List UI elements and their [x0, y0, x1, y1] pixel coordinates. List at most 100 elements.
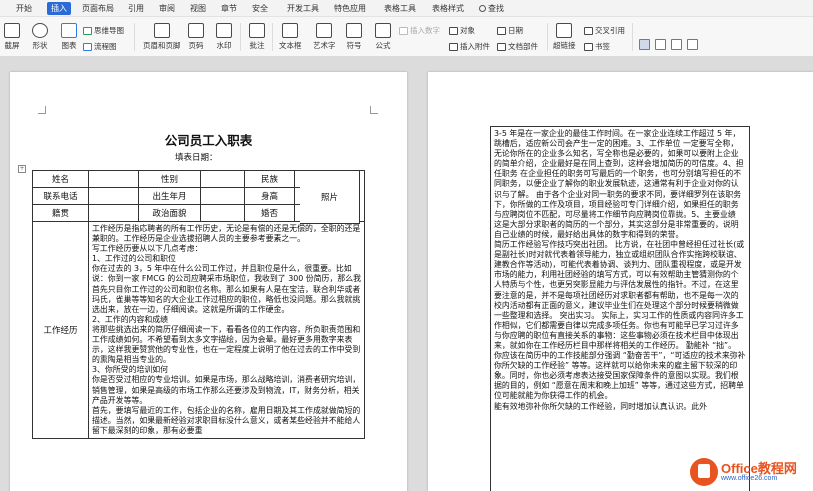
tab-insert[interactable]: 插入 — [47, 2, 71, 15]
textbox-label: 文本框 — [279, 41, 302, 50]
bookmark-icon — [584, 42, 593, 51]
object-button[interactable]: 对象 — [449, 25, 475, 36]
photo-cell-label[interactable]: 照片 — [300, 170, 360, 224]
tab-view[interactable]: 视图 — [186, 2, 210, 15]
tab-page-layout[interactable]: 页面布局 — [78, 2, 118, 15]
table-move-handle-icon[interactable]: + — [18, 165, 26, 173]
wordart-label: 艺术字 — [313, 41, 336, 50]
doc-parts-button[interactable]: 文档部件 — [497, 41, 538, 52]
photo-cell[interactable] — [359, 170, 365, 222]
tab-developer[interactable]: 开发工具 — [283, 2, 323, 15]
tab-review[interactable]: 审阅 — [155, 2, 179, 15]
page-number-label: 页码 — [188, 41, 204, 50]
paragraph: 写工作经历要从以下几点考虑： — [92, 244, 203, 254]
wordart-icon — [316, 23, 333, 38]
bookmark-label: 书签 — [595, 42, 610, 51]
tab-home[interactable]: 开始 — [12, 2, 36, 15]
formula-button[interactable]: 公式 — [375, 23, 391, 51]
mindmap-icon — [83, 26, 92, 35]
table-cell-input[interactable] — [200, 170, 245, 188]
doc-parts-label: 文档部件 — [508, 42, 538, 51]
work-experience-label: 工作经历 — [32, 221, 89, 439]
shape-button[interactable]: 形状 — [32, 23, 48, 51]
document-page-1[interactable]: 公司员工入职表 填表日期： + 姓名 性别 民族 联系电话 出生年月 身高 籍贯… — [10, 72, 407, 491]
shape-icon — [32, 23, 48, 38]
tab-references[interactable]: 引用 — [124, 2, 148, 15]
ribbon-divider — [547, 23, 548, 51]
paragraph: 能有效地弥补你所欠缺的工作经验，同时增加认真认识。此外 — [494, 401, 708, 411]
tab-chapter[interactable]: 章节 — [217, 2, 241, 15]
object-icon — [449, 26, 458, 35]
chart-icon — [61, 23, 77, 38]
office-logo-icon — [690, 458, 718, 486]
ribbon-divider — [632, 23, 633, 51]
table-row: 工作经历 工作经历是指応聘者的所有工作历史，无论是有偿的还是无偿的，全职的还是兼… — [32, 221, 365, 439]
mindmap-button[interactable]: 思维导图 — [83, 25, 124, 36]
mindmap-label: 思维导图 — [94, 26, 124, 35]
header-footer-button[interactable]: 页眉和页脚 — [143, 23, 181, 51]
document-page-2[interactable]: 3-5 年是在一家企业的最佳工作时间。在一家企业连续工作超过 5 年，跳槽后，适… — [428, 72, 813, 491]
tab-table-style[interactable]: 表格样式 — [428, 2, 468, 15]
flowchart-button[interactable]: 流程图 — [83, 41, 117, 52]
table-cell-input[interactable] — [88, 204, 139, 222]
insert-number-button[interactable]: 插入数字 — [399, 25, 440, 36]
paragraph: 3、你所受的培训如何 — [92, 365, 169, 375]
symbol-button[interactable]: 符号 — [346, 23, 362, 51]
watermark-button[interactable]: 水印 — [216, 23, 232, 51]
cross-reference-button[interactable]: 交叉引用 — [584, 25, 625, 36]
paragraph: 将那些挑选出来的简历仔细阅读一下，看看各位的工作内容，所负职责范围和工作成绩如何… — [92, 324, 361, 365]
table-cell-label: 联系电话 — [32, 187, 89, 205]
wordart-button[interactable]: 艺术字 — [313, 23, 336, 51]
comment-button[interactable]: 批注 — [249, 23, 265, 51]
page-number-icon — [188, 23, 204, 38]
table-cell-label: 婚否 — [244, 204, 295, 222]
work-experience-content[interactable]: 工作经历是指応聘者的所有工作历史，无论是有偿的还是无偿的，全职的还是兼职的。工作… — [88, 221, 365, 439]
view-mode-button[interactable] — [687, 39, 698, 50]
table-cell-label: 姓名 — [32, 170, 89, 188]
page-number-button[interactable]: 页码 — [188, 23, 204, 51]
table-cell-input[interactable] — [88, 170, 139, 188]
screenshot-button[interactable]: 截屏 — [4, 23, 20, 51]
ribbon-divider — [134, 23, 135, 51]
paragraph: 首先，要填写最近的工作，包括企业的名称，雇用日期及其工作成就做简短的描述。当然，… — [92, 405, 361, 435]
date-button[interactable]: 日期 — [497, 25, 523, 36]
table-cell-label: 性别 — [138, 170, 201, 188]
view-mode-button[interactable] — [671, 39, 682, 50]
flowchart-label: 流程图 — [94, 42, 117, 51]
doc-parts-icon — [497, 42, 506, 51]
paragraph: 1、工作过的公司和职位 — [92, 254, 176, 264]
paragraph: 工作经历是指応聘者的所有工作历史，无论是有偿的还是无偿的，全职的还是兼职的。工作… — [92, 224, 361, 244]
chart-label: 图表 — [61, 41, 77, 50]
page2-table-content[interactable]: 3-5 年是在一家企业的最佳工作时间。在一家企业连续工作超过 5 年，跳槽后，适… — [490, 126, 750, 491]
paragraph: 你是否受过相应的专业培训。如果是市场，那么战略培训，消费者研究培训，销售管理，如… — [92, 375, 361, 405]
tab-features[interactable]: 特色应用 — [330, 2, 370, 15]
table-cell-input[interactable] — [200, 204, 245, 222]
chart-button[interactable]: 图表 — [61, 23, 77, 51]
document-workspace[interactable]: 公司员工入职表 填表日期： + 姓名 性别 民族 联系电话 出生年月 身高 籍贯… — [0, 58, 813, 491]
link-icon — [556, 23, 573, 38]
pi-icon — [375, 23, 391, 38]
table-cell-label: 籍贯 — [32, 204, 89, 222]
hyperlink-label: 超链接 — [553, 41, 576, 50]
search-tab[interactable]: 查找 — [475, 2, 508, 15]
table-cell-input[interactable] — [88, 187, 139, 205]
watermark-label: 水印 — [216, 41, 232, 50]
comment-label: 批注 — [249, 41, 265, 50]
bookmark-button[interactable]: 书签 — [584, 41, 610, 52]
menu-bar: 开始 插入 页面布局 引用 审阅 视图 章节 安全 开发工具 特色应用 表格工具… — [0, 0, 813, 17]
table-cell-label: 身高 — [244, 187, 295, 205]
tab-security[interactable]: 安全 — [248, 2, 272, 15]
textbox-button[interactable]: 文本框 — [279, 23, 302, 51]
calendar-icon — [497, 26, 506, 35]
cross-ref-label: 交叉引用 — [595, 26, 625, 35]
insert-attachment-button[interactable]: 插入附件 — [449, 41, 490, 52]
view-mode-button[interactable] — [655, 39, 666, 50]
ribbon-divider — [272, 23, 273, 51]
object-label: 对象 — [460, 26, 475, 35]
margin-corner-mark — [38, 106, 46, 114]
tab-table-tools[interactable]: 表格工具 — [380, 2, 420, 15]
view-mode-button[interactable] — [639, 39, 650, 50]
number-icon — [399, 26, 408, 35]
hyperlink-button[interactable]: 超链接 — [553, 23, 576, 51]
table-cell-input[interactable] — [200, 187, 245, 205]
